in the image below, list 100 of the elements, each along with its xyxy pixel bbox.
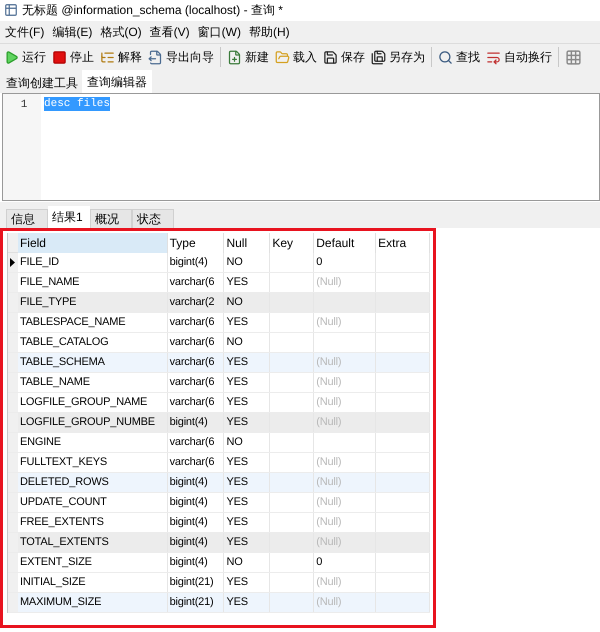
table-cell: (Null) [314, 353, 376, 372]
column-header[interactable]: Extra [376, 233, 430, 253]
table-row[interactable]: TABLESPACE_NAME varchar(6 YES (Null) [8, 313, 430, 333]
table-cell: FILE_NAME [18, 273, 168, 292]
column-header[interactable]: Null [224, 233, 270, 253]
table-cell: (Null) [314, 273, 376, 292]
query-editor[interactable]: 1 desc files [2, 93, 600, 201]
table-cell: MAXIMUM_SIZE [18, 593, 168, 612]
row-header[interactable] [8, 253, 18, 272]
table-row[interactable]: UPDATE_COUNT bigint(4) YES (Null) [8, 493, 430, 513]
table-cell: (Null) [314, 393, 376, 412]
result-tab[interactable]: 状态 [132, 209, 174, 228]
table-cell: (Null) [314, 573, 376, 592]
window-title: 无标题 @information_schema (localhost) - 查询 * [22, 2, 283, 19]
stop-icon [52, 50, 67, 64]
table-row[interactable]: EXTENT_SIZE bigint(4) NO 0 [8, 553, 430, 573]
table-cell: varchar(6 [168, 333, 224, 352]
table-row[interactable]: FILE_TYPE varchar(2 NO [8, 293, 430, 313]
table-cell: TABLE_SCHEMA [18, 353, 168, 372]
table-cell: varchar(6 [168, 453, 224, 472]
table-cell: YES [224, 273, 270, 292]
table-cell: TABLE_NAME [18, 373, 168, 392]
toolbar-button[interactable]: 另存为 [371, 48, 425, 66]
result-tab[interactable]: 概况 [90, 209, 132, 228]
table-cell: YES [224, 453, 270, 472]
toolbar-button[interactable]: 新建 [227, 48, 269, 66]
editor-tab[interactable]: 查询编辑器 [82, 70, 152, 93]
table-cell: LOGFILE_GROUP_NAME [18, 393, 168, 412]
table-cell: (Null) [314, 493, 376, 512]
menu-item[interactable]: 查看(V) [148, 23, 191, 41]
table-cell: YES [224, 533, 270, 552]
table-row[interactable]: INITIAL_SIZE bigint(21) YES (Null) [8, 573, 430, 593]
column-header[interactable]: Field [18, 233, 168, 253]
table-cell: bigint(21) [168, 573, 224, 592]
table-cell: FILE_TYPE [18, 293, 168, 312]
save-as-icon [371, 50, 386, 64]
table-row[interactable]: TABLE_SCHEMA varchar(6 YES (Null) [8, 353, 430, 373]
table-cell: (Null) [314, 513, 376, 532]
menu-item[interactable]: 文件(F) [4, 23, 46, 41]
table-cell: (Null) [314, 593, 376, 612]
table-cell: YES [224, 353, 270, 372]
table-cell: YES [224, 313, 270, 332]
result-tab[interactable]: 结果1 [48, 206, 90, 228]
search-icon [438, 50, 453, 64]
table-cell: UPDATE_COUNT [18, 493, 168, 512]
table-row[interactable]: FULLTEXT_KEYS varchar(6 YES (Null) [8, 453, 430, 473]
table-row[interactable]: FILE_ID bigint(4) NO 0 [8, 253, 430, 273]
toolbar-button[interactable]: 保存 [323, 48, 365, 66]
table-cell: (Null) [314, 373, 376, 392]
table-cell: bigint(4) [168, 413, 224, 432]
table-row[interactable]: TABLE_NAME varchar(6 YES (Null) [8, 373, 430, 393]
table-row[interactable]: TABLE_CATALOG varchar(6 NO [8, 333, 430, 353]
table-cell: bigint(21) [168, 593, 224, 612]
toolbar-button[interactable]: 解释 [100, 48, 142, 66]
table-cell: NO [224, 553, 270, 572]
table-row[interactable]: MAXIMUM_SIZE bigint(21) YES (Null) [8, 593, 430, 613]
new-file-icon [227, 50, 242, 64]
table-cell: NO [224, 253, 270, 272]
table-cell: bigint(4) [168, 533, 224, 552]
table-cell: YES [224, 573, 270, 592]
table-cell: YES [224, 493, 270, 512]
menu-item[interactable]: 编辑(E) [51, 23, 94, 41]
line-number: 1 [20, 98, 28, 111]
row-header [8, 233, 18, 252]
table-cell: (Null) [314, 453, 376, 472]
table-cell: bigint(4) [168, 553, 224, 572]
toolbar-button[interactable]: 停止 [52, 48, 94, 66]
table-cell: YES [224, 413, 270, 432]
toolbar-button[interactable]: 导出向导 [148, 48, 214, 66]
table-row[interactable]: FREE_EXTENTS bigint(4) YES (Null) [8, 513, 430, 533]
wrap-icon [486, 50, 501, 64]
menu-item[interactable]: 窗口(W) [196, 23, 242, 41]
save-icon [323, 50, 338, 64]
column-header[interactable]: Type [168, 233, 224, 253]
table-cell: 0 [314, 553, 376, 572]
table-row[interactable]: LOGFILE_GROUP_NAME varchar(6 YES (Null) [8, 393, 430, 413]
table-cell: NO [224, 433, 270, 452]
toolbar-button[interactable]: 查找 [438, 48, 480, 66]
table-cell: NO [224, 333, 270, 352]
table-cell: (Null) [314, 473, 376, 492]
toolbar-button[interactable]: 运行 [4, 48, 46, 66]
table-cell: FILE_ID [18, 253, 168, 272]
column-header[interactable]: Default [314, 233, 376, 253]
toolbar-button[interactable]: 载入 [275, 48, 317, 66]
table-cell: TOTAL_EXTENTS [18, 533, 168, 552]
grid-icon[interactable] [565, 48, 582, 66]
table-cell: ENGINE [18, 433, 168, 452]
menu-item[interactable]: 格式(O) [99, 23, 143, 41]
menu-item[interactable]: 帮助(H) [248, 23, 291, 41]
table-cell: FULLTEXT_KEYS [18, 453, 168, 472]
result-tab[interactable]: 信息 [6, 209, 48, 228]
table-cell: bigint(4) [168, 493, 224, 512]
toolbar-button[interactable]: 自动换行 [486, 48, 552, 66]
table-cell: YES [224, 393, 270, 412]
table-row[interactable]: ENGINE varchar(6 NO [8, 433, 430, 453]
table-cell: YES [224, 593, 270, 612]
column-header[interactable]: Key [270, 233, 314, 253]
table-row[interactable]: FILE_NAME varchar(6 YES (Null) [8, 273, 430, 293]
table-row[interactable]: DELETED_ROWS bigint(4) YES (Null) [8, 473, 430, 493]
play-icon [4, 50, 19, 64]
